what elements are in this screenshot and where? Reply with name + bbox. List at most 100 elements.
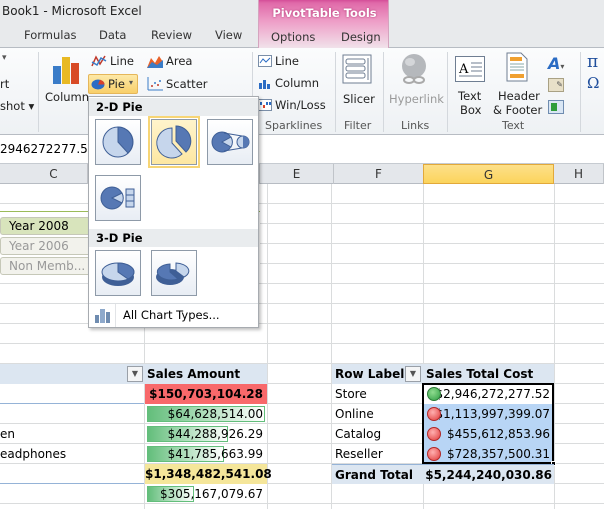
tab-design[interactable]: Design (341, 30, 381, 44)
header-footer-button[interactable]: Header & Footer (493, 52, 543, 117)
bar-of-pie-option[interactable] (95, 175, 141, 221)
area-chart-button[interactable]: Area (147, 53, 201, 71)
tab-review[interactable]: Review (151, 28, 192, 42)
slicer-item-non-member[interactable]: Non Memb... (0, 257, 96, 275)
sparkline-column-label: Column (275, 76, 320, 90)
sales-total-cost-cell[interactable]: $728,357,500.31 (424, 444, 554, 464)
red-indicator-icon (427, 447, 441, 461)
left-pivot-row-label[interactable]: eadphones (0, 444, 144, 464)
pie-option[interactable] (95, 119, 141, 165)
left-pivot-value: $44,288,926.29 (167, 427, 263, 441)
left-pivot-value-cell[interactable]: $41,785,663.99 (145, 444, 267, 464)
tab-formulas[interactable]: Formulas (24, 28, 77, 42)
column-header-h[interactable]: H (554, 164, 604, 184)
tab-data[interactable]: Data (99, 28, 126, 42)
exploded-pie-option[interactable] (148, 116, 200, 168)
row-label-online[interactable]: Online (332, 404, 422, 424)
column-chart-icon (53, 57, 79, 84)
signature-line-button[interactable]: ✎ (548, 78, 564, 92)
exploded-3d-pie-option[interactable] (151, 250, 197, 296)
sparkline-column-icon (259, 80, 270, 89)
scatter-chart-button[interactable]: Scatter (147, 76, 211, 94)
sales-total-cost-value: $455,612,853.96 (446, 427, 550, 441)
left-pivot-value-cell[interactable]: $150,703,104.28 (145, 384, 267, 404)
pie-of-pie-icon (211, 131, 250, 153)
left-pivot-value: $150,703,104.28 (149, 387, 263, 401)
sparklines-group-label: Sparklines (265, 119, 323, 132)
bar-of-pie-icon (100, 186, 135, 210)
tab-view[interactable]: View (215, 28, 242, 42)
pie-chart-icon (91, 79, 105, 90)
row-labels-filter-dropdown[interactable]: ▼ (405, 366, 421, 382)
column-chart-button[interactable]: Column (44, 52, 90, 114)
tab-options[interactable]: Options (271, 30, 315, 44)
sales-total-cost-cell[interactable]: $1,113,997,399.07 (424, 404, 554, 424)
hyperlink-label: Hyperlink (389, 92, 444, 106)
formula-input[interactable]: 2946272277.52 (0, 142, 95, 156)
row-label-store[interactable]: Store (332, 384, 422, 404)
slicer-item-year-2008[interactable]: Year 2008 (0, 217, 96, 235)
column-header-c[interactable]: C (0, 164, 88, 184)
column-header-e[interactable]: E (260, 164, 334, 184)
line-chart-button[interactable]: Line (91, 53, 143, 71)
sparkline-winloss-icon (258, 99, 272, 111)
text-box-button[interactable]: A Text Box (452, 52, 488, 117)
left-pivot-value-cell[interactable]: $305,167,079.67 (145, 484, 267, 504)
wordart-button[interactable]: A▾ (548, 54, 564, 73)
partial-dropdown-arrow[interactable]: ▾ (2, 53, 7, 63)
3d-pie-option[interactable] (95, 250, 141, 296)
3d-pie-icon (101, 262, 135, 286)
row-label-reseller[interactable]: Reseller (332, 444, 422, 464)
left-pivot-row-label[interactable] (0, 404, 144, 424)
header-footer-label-1: Header (498, 89, 540, 103)
partial-chart-label[interactable]: rt (0, 77, 9, 91)
all-chart-types-icon (95, 309, 110, 323)
pivottable-tools-group: PivotTable Tools Options Design (258, 0, 389, 48)
slicer-label: Slicer (343, 92, 375, 106)
sparkline-line-icon (258, 55, 272, 67)
area-label: Area (166, 54, 193, 68)
text-box-label-2: Box (460, 103, 482, 117)
pivottable-tools-label: PivotTable Tools (272, 6, 377, 20)
column-label: Column (45, 90, 90, 104)
pie-chart-button[interactable]: Pie ▾ (88, 74, 138, 94)
left-pivot-row-labels-header (0, 364, 144, 384)
column-header-f[interactable]: F (334, 164, 424, 184)
left-pivot-value-cell[interactable]: $1,348,482,541.08 (145, 464, 272, 484)
left-pivot-row-label[interactable]: en (0, 424, 144, 444)
sparkline-column-button[interactable]: Column (258, 75, 328, 93)
header-footer-label-2: & Footer (493, 103, 543, 117)
sales-total-cost-value: $1,113,997,399.07 (435, 407, 550, 421)
header-footer-icon (506, 52, 528, 82)
sparkline-winloss-button[interactable]: Win/Loss (258, 97, 328, 115)
left-pivot-value-cell[interactable]: $44,288,926.29 (145, 424, 267, 444)
slicer-button[interactable]: Slicer (339, 52, 375, 114)
filter-group-label: Filter (344, 119, 372, 132)
all-chart-types-item[interactable]: All Chart Types... (89, 304, 258, 327)
red-indicator-icon (427, 427, 441, 441)
left-pivot-value: $305,167,079.67 (159, 487, 263, 501)
text-group-label: Text (502, 119, 525, 132)
partial-screenshot-button[interactable]: shot ▾ (0, 99, 34, 113)
left-pivot-row-label[interactable] (0, 384, 144, 404)
column-header-g[interactable]: G (423, 164, 554, 184)
pie-of-pie-option[interactable] (207, 119, 253, 165)
slicer-item-year-2006[interactable]: Year 2006 (0, 237, 96, 255)
sparkline-line-button[interactable]: Line (258, 53, 318, 71)
left-pivot-value-cell[interactable]: $64,628,514.00 (145, 404, 267, 424)
sales-total-cost-cell[interactable]: $455,612,853.96 (424, 424, 554, 444)
sparkline-winloss-label: Win/Loss (275, 98, 326, 112)
line-chart-icon (91, 55, 107, 67)
symbol-button[interactable]: Ω (587, 74, 599, 92)
equation-button[interactable]: π (587, 52, 598, 72)
object-button[interactable] (548, 100, 564, 114)
sales-total-cost-cell[interactable]: $2,946,272,277.52 (424, 384, 554, 404)
row-label-catalog[interactable]: Catalog (332, 424, 422, 444)
exploded-3d-pie-icon (156, 262, 190, 285)
left-pivot-row-label[interactable] (0, 464, 144, 484)
left-pivot-filter-dropdown[interactable]: ▼ (127, 366, 143, 382)
left-pivot-row-label[interactable] (0, 484, 144, 504)
scatter-label: Scatter (166, 77, 208, 91)
green-indicator-icon (427, 387, 441, 401)
grand-total-value: $5,244,240,030.86 (425, 468, 552, 482)
